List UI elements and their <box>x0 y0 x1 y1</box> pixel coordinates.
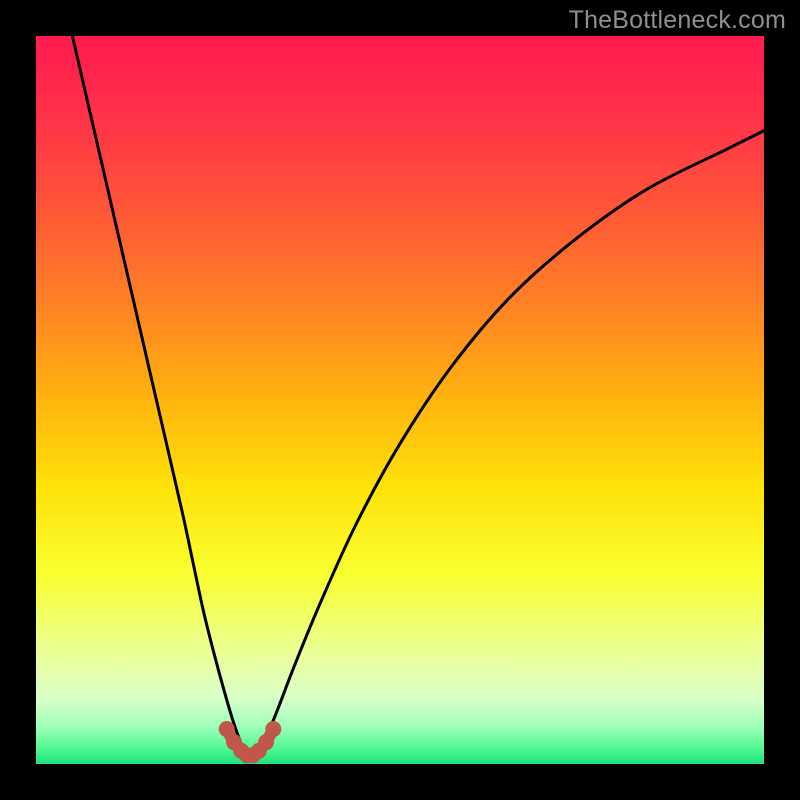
curve-layer <box>36 36 764 764</box>
plot-area <box>36 36 764 764</box>
marker-dot <box>265 721 281 737</box>
curve-left-branch <box>72 36 247 757</box>
bottom-marker-dots <box>219 721 282 763</box>
watermark-text: TheBottleneck.com <box>569 6 786 35</box>
curve-right-branch <box>254 131 764 757</box>
chart-frame: TheBottleneck.com <box>0 0 800 800</box>
